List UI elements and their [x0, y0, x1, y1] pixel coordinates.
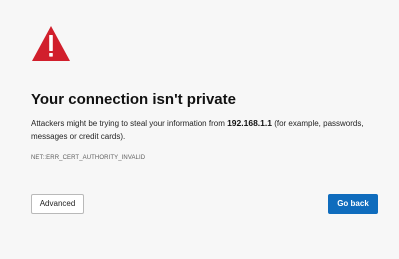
page-title: Your connection isn't private — [31, 91, 236, 108]
error-code: NET::ERR_CERT_AUTHORITY_INVALID — [31, 155, 146, 161]
message-before-host: Attackers might be trying to steal your … — [31, 119, 228, 128]
warning-triangle-icon — [32, 26, 70, 61]
host-address: 192.168.1.1 — [227, 118, 272, 128]
warning-message: Attackers might be trying to steal your … — [31, 117, 381, 143]
go-back-button[interactable]: Go back — [328, 194, 378, 214]
privacy-error-page: Your connection isn't private Attackers … — [0, 0, 399, 259]
advanced-button[interactable]: Advanced — [31, 194, 84, 214]
